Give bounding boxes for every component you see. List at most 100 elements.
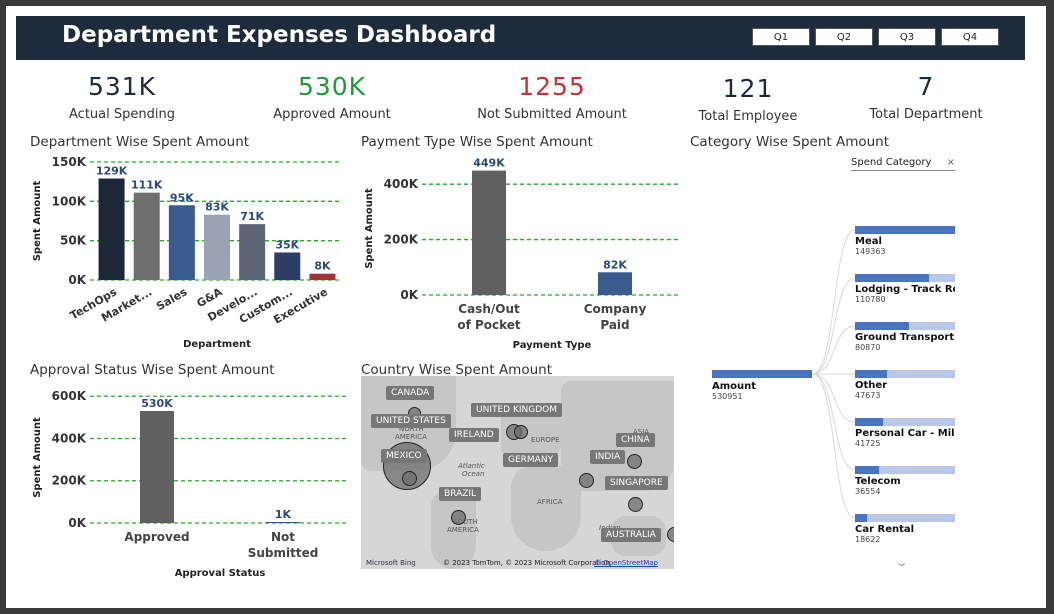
bubble-singapore[interactable] <box>628 497 643 512</box>
dashboard-header: Department Expenses Dashboard Q1 Q2 Q3 Q… <box>16 16 1025 60</box>
bar[interactable] <box>309 273 336 280</box>
kpi-approved-amount: 530K Approved Amount <box>262 72 402 122</box>
y-axis-title: Spent Amount <box>364 188 375 269</box>
node-name: Other <box>855 380 888 391</box>
bubble-china[interactable] <box>627 454 642 469</box>
x-tick-label: Company <box>584 302 647 316</box>
kpi-value: 121 <box>722 74 774 103</box>
map-label-brazil: BRAZIL <box>439 487 482 501</box>
spend-category-slicer[interactable]: Spend Category × <box>851 157 955 171</box>
tree-node[interactable]: Telecom 36554 <box>855 466 955 496</box>
tree-node[interactable]: Lodging - Track Ro... 110780 <box>855 274 955 304</box>
payment-type-bar-chart: 0K 200K 400K 449K Cash/Out of Pocket 82K Compan… <box>364 157 678 351</box>
data-label: 95K <box>170 191 194 204</box>
map-label-united-states: UNITED STATES <box>371 414 451 428</box>
y-tick-label: 600K <box>52 389 87 403</box>
bar[interactable] <box>98 178 125 280</box>
node-bar-track <box>855 418 955 426</box>
bar[interactable] <box>265 522 301 523</box>
bar[interactable] <box>239 224 266 280</box>
bing-logo: Microsoft Bing <box>366 559 416 567</box>
q4-button[interactable]: Q4 <box>941 28 999 46</box>
y-tick-label: 0K <box>68 516 86 530</box>
node-bar-fill <box>855 370 887 378</box>
map-label-europe: EUROPE <box>531 436 560 444</box>
map-label-south-america: AMERICA <box>447 526 479 534</box>
q1-button[interactable]: Q1 <box>752 28 810 46</box>
data-label: 71K <box>240 210 264 223</box>
bar[interactable] <box>168 205 195 280</box>
bubble-australia[interactable] <box>667 527 674 542</box>
approval-chart-title: Approval Status Wise Spent Amount <box>30 362 275 378</box>
bubble-us-south[interactable] <box>402 471 417 486</box>
x-tick-label: Submitted <box>248 546 319 560</box>
node-bar-track <box>855 514 955 522</box>
bar[interactable] <box>471 170 507 295</box>
bar[interactable] <box>203 214 231 280</box>
y-tick-label: 200K <box>384 233 419 247</box>
kpi-actual-spending: 531K Actual Spending <box>52 72 192 122</box>
kpi-label: Not Submitted Amount <box>477 107 627 122</box>
node-value: 18622 <box>855 535 881 544</box>
data-label: 111K <box>131 179 163 192</box>
node-value: 41725 <box>855 439 881 448</box>
x-axis-title: Approval Status <box>175 568 266 579</box>
node-name: Telecom <box>855 476 901 487</box>
map-label-germany: GERMANY <box>503 453 559 467</box>
y-tick-label: 50K <box>60 234 87 248</box>
x-tick-label: Cash/Out <box>458 302 520 316</box>
node-name: Ground Transport... <box>855 332 955 343</box>
kpi-total-department: 7 Total Department <box>866 72 986 122</box>
chevron-down-icon[interactable]: ⌄ <box>894 556 909 569</box>
map-label-america: AMERICA <box>395 433 427 441</box>
node-name: Car Rental <box>855 524 915 535</box>
clear-icon[interactable]: × <box>947 157 955 168</box>
y-tick-label: 0K <box>400 288 418 302</box>
data-label: 129K <box>96 165 128 178</box>
root-value: 530951 <box>712 392 743 401</box>
y-tick-label: 400K <box>384 177 419 191</box>
kpi-label: Total Employee <box>698 109 798 124</box>
tree-node[interactable]: Ground Transport... 80870 <box>855 322 955 352</box>
y-tick-label: 400K <box>52 431 87 445</box>
tree-root-node[interactable]: Amount 530951 <box>712 370 812 401</box>
q3-button[interactable]: Q3 <box>878 28 936 46</box>
y-tick-label: 200K <box>52 474 87 488</box>
dept-chart-title: Department Wise Spent Amount <box>30 134 250 150</box>
osm-link[interactable]: © OpenStreetMap <box>594 559 658 567</box>
node-name: Lodging - Track Ro... <box>855 284 955 295</box>
node-bar-fill <box>855 418 883 426</box>
node-bar-fill <box>855 322 910 330</box>
kpi-label: Approved Amount <box>273 107 391 122</box>
root-label: Amount <box>712 381 757 392</box>
node-bar-track <box>855 370 955 378</box>
node-bar-fill <box>855 514 868 522</box>
kpi-value: 1255 <box>518 72 586 101</box>
x-tick-label: Sales <box>154 285 190 313</box>
bubble-uk[interactable] <box>514 425 528 439</box>
tree-node[interactable]: Personal Car - Mil... 41725 <box>855 418 955 448</box>
bubble-india[interactable] <box>579 473 594 488</box>
tree-node[interactable]: Meal 149363 <box>855 226 955 256</box>
country-map[interactable]: NORTH AMERICA EUROPE ASIA Atlantic Ocean… <box>361 376 674 569</box>
bar[interactable] <box>139 411 175 523</box>
map-label-ireland: IRELAND <box>449 428 499 442</box>
department-bar-chart: 0K50K100K150K129KTechOps111KMarket...95K… <box>32 155 340 350</box>
x-axis-title: Payment Type <box>513 340 592 351</box>
tree-node[interactable]: Car Rental 18622 <box>855 514 955 544</box>
data-label: 83K <box>205 201 229 214</box>
kpi-not-submitted: 1255 Not Submitted Amount <box>462 72 642 122</box>
node-bar-fill <box>855 274 930 282</box>
x-axis-title: Department <box>183 339 251 350</box>
bubble-brazil[interactable] <box>451 510 466 525</box>
bar[interactable] <box>274 252 301 280</box>
bar[interactable] <box>597 272 633 295</box>
bar[interactable] <box>133 192 160 280</box>
data-label: 35K <box>275 238 299 251</box>
kpi-value: 530K <box>297 72 367 101</box>
q2-button[interactable]: Q2 <box>815 28 873 46</box>
node-bar-track <box>855 322 955 330</box>
connector-line <box>811 277 856 375</box>
tree-node[interactable]: Other 47673 <box>855 370 955 400</box>
y-tick-label: 100K <box>52 194 87 208</box>
